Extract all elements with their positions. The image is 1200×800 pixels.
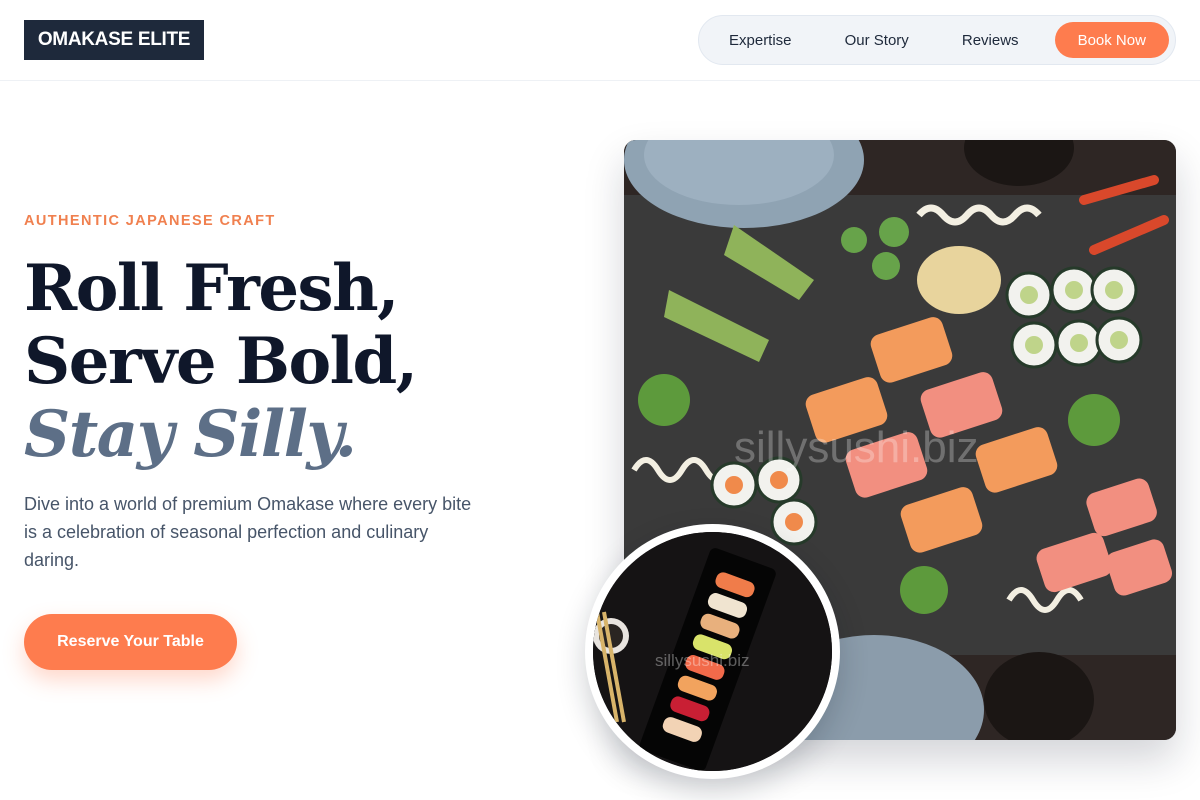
reserve-table-button[interactable]: Reserve Your Table bbox=[24, 614, 237, 670]
nav-link-our-story[interactable]: Our Story bbox=[816, 22, 938, 58]
main-nav: Expertise Our Story Reviews Book Now bbox=[698, 15, 1176, 65]
book-now-button[interactable]: Book Now bbox=[1054, 22, 1169, 58]
sushi-inset-image: sillysushi.biz bbox=[585, 524, 840, 779]
headline-line-2: Serve Bold, bbox=[24, 324, 418, 399]
site-header: OMAKASE ELITE Expertise Our Story Review… bbox=[0, 0, 1200, 81]
sushi-inset-frame: sillysushi.biz bbox=[593, 532, 832, 771]
logo[interactable]: OMAKASE ELITE bbox=[24, 20, 204, 60]
hero-description: Dive into a world of premium Omakase whe… bbox=[24, 494, 472, 570]
inset-watermark: sillysushi.biz bbox=[655, 651, 750, 670]
hero-eyebrow: AUTHENTIC JAPANESE CRAFT bbox=[24, 213, 276, 229]
image-watermark: sillysushi.biz bbox=[734, 423, 979, 472]
headline-accent: Stay Silly. bbox=[24, 397, 357, 472]
nav-link-reviews[interactable]: Reviews bbox=[938, 22, 1043, 58]
nav-link-expertise[interactable]: Expertise bbox=[705, 22, 816, 58]
headline-line-1: Roll Fresh, bbox=[24, 251, 399, 326]
hero-headline: Roll Fresh, Serve Bold, Stay Silly. bbox=[24, 251, 418, 472]
